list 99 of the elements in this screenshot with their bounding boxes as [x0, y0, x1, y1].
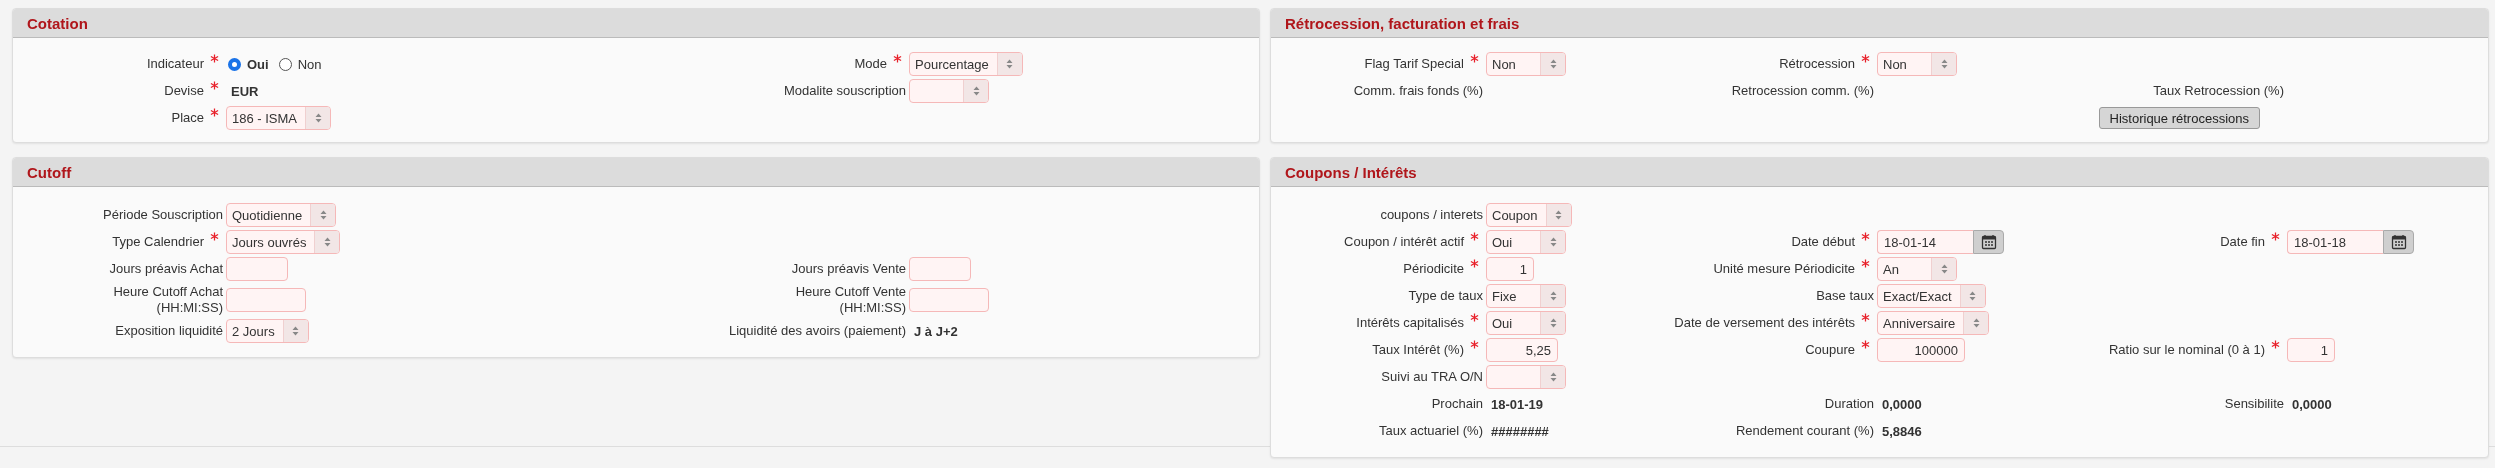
updown-icon — [292, 326, 300, 336]
calendar-icon — [2390, 234, 2407, 250]
field-label: Retrocession comm. (%) — [1731, 83, 1874, 99]
field-label: Type de taux — [1408, 288, 1483, 304]
updown-icon — [1940, 59, 1948, 69]
field-label: Jours préavis Achat — [109, 261, 223, 277]
calendar-button[interactable] — [2383, 230, 2414, 254]
field-label: Taux Retrocession (%) — [2153, 83, 2284, 99]
input-field[interactable] — [909, 288, 989, 312]
dropdown[interactable]: Exact/Exact — [1877, 284, 1986, 308]
dropdown[interactable] — [1486, 365, 1566, 389]
field-label: Date fin — [2220, 234, 2265, 250]
field-value: J à J+2 — [914, 323, 958, 339]
radio-label[interactable]: Oui — [247, 56, 269, 72]
updown-icon — [1549, 291, 1557, 301]
date-field[interactable]: 18-01-18 — [2287, 230, 2383, 254]
input-field[interactable] — [226, 257, 288, 281]
input-field[interactable] — [909, 257, 971, 281]
updown-icon — [319, 210, 327, 220]
date-field[interactable]: 18-01-14 — [1877, 230, 1973, 254]
field-label: Jours préavis Vente — [791, 261, 906, 277]
field-label: Date de versement des intérêts — [1674, 315, 1855, 331]
field-label: Ratio sur le nominal (0 à 1) — [2108, 342, 2265, 358]
updown-icon — [1549, 237, 1557, 247]
history-button[interactable]: Historique rétrocessions — [2098, 107, 2260, 129]
dropdown[interactable]: 186 - ISMA — [226, 106, 332, 130]
field-value: EUR — [231, 83, 259, 99]
field-label: Intérêts capitalisés — [1356, 315, 1464, 331]
field-value: ######## — [1491, 423, 1549, 439]
dropdown[interactable]: Jours ouvrés — [226, 230, 341, 254]
field-value: 0,0000 — [2292, 396, 2332, 412]
field-label: Exposition liquidité — [115, 323, 223, 339]
dropdown[interactable]: Coupon — [1486, 203, 1572, 227]
dropdown[interactable]: Non — [1877, 52, 1957, 76]
panel-title: Rétrocession, facturation et frais — [1285, 14, 1520, 32]
field-value: 5,8846 — [1882, 423, 1922, 439]
panel-title: Coupons / Intérêts — [1285, 163, 1417, 181]
updown-icon — [1940, 264, 1948, 274]
field-label: Taux Intérêt (%) — [1372, 342, 1464, 358]
dropdown[interactable]: Oui — [1486, 230, 1566, 254]
field-label: Périodicite — [1403, 261, 1464, 277]
field-label: Base taux — [1816, 288, 1874, 304]
updown-icon — [1549, 372, 1557, 382]
field-label: Prochain — [1431, 396, 1483, 412]
dropdown[interactable]: Oui — [1486, 311, 1566, 335]
field-label: Coupon / intérêt actif — [1344, 234, 1464, 250]
field-label: Heure Cutoff Vente (HH:MI:SS) — [795, 284, 906, 316]
field-label: Taux actuariel (%) — [1378, 423, 1483, 439]
dropdown[interactable] — [909, 79, 989, 103]
calendar-button[interactable] — [1973, 230, 2004, 254]
field-label: Période Souscription — [103, 207, 223, 223]
field-label: Indicateur — [146, 56, 204, 72]
updown-icon — [1549, 318, 1557, 328]
field-label: Rétrocession — [1779, 56, 1855, 72]
calendar-icon — [1980, 234, 1997, 250]
dropdown[interactable]: Quotidienne — [226, 203, 337, 227]
field-label: Flag Tarif Special — [1364, 56, 1464, 72]
updown-icon — [1555, 210, 1563, 220]
updown-icon — [1969, 291, 1977, 301]
dropdown[interactable]: Anniversaire — [1877, 311, 1990, 335]
field-label: Suivi au TRA O/N — [1381, 369, 1483, 385]
dropdown[interactable]: An — [1877, 257, 1957, 281]
field-label: Comm. frais fonds (%) — [1353, 83, 1483, 99]
field-label: coupons / interets — [1380, 207, 1483, 223]
updown-icon — [1972, 318, 1980, 328]
field-label: Mode — [854, 56, 887, 72]
input-field[interactable]: 1 — [2287, 338, 2335, 362]
updown-icon — [1006, 59, 1014, 69]
updown-icon — [972, 86, 980, 96]
field-label: Unité mesure Périodicite — [1713, 261, 1855, 277]
input-field[interactable]: 5,25 — [1486, 338, 1558, 362]
panel-title: Cotation — [27, 14, 88, 32]
field-value: 0,0000 — [1882, 396, 1922, 412]
field-label: Heure Cutoff Achat (HH:MI:SS) — [113, 284, 223, 316]
updown-icon — [314, 113, 322, 123]
field-label: Type Calendrier — [112, 234, 204, 250]
dropdown[interactable]: Non — [1486, 52, 1566, 76]
input-field[interactable]: 1 — [1486, 257, 1534, 281]
radio-label[interactable]: Non — [297, 56, 322, 72]
field-label: Devise — [164, 83, 204, 99]
field-label: Rendement courant (%) — [1736, 423, 1874, 439]
field-label: Liquidité des avoirs (paiement) — [728, 323, 906, 339]
field-label: Duration — [1824, 396, 1874, 412]
field-label: Modalite souscription — [783, 83, 906, 99]
updown-icon — [1549, 59, 1557, 69]
panel-title: Cutoff — [27, 163, 72, 181]
radio-button[interactable] — [278, 57, 292, 71]
radio-button[interactable] — [228, 57, 241, 71]
dropdown[interactable]: Fixe — [1486, 284, 1566, 308]
field-label: Date début — [1791, 234, 1855, 250]
input-field[interactable]: 100000 — [1877, 338, 1965, 362]
dropdown[interactable]: 2 Jours — [226, 319, 309, 343]
field-value: 18-01-19 — [1491, 396, 1544, 412]
dropdown[interactable]: Pourcentage — [909, 52, 1023, 76]
field-label: Sensibilite — [2224, 396, 2284, 412]
updown-icon — [323, 237, 331, 247]
field-label: Place — [171, 110, 204, 126]
input-field[interactable] — [226, 288, 306, 312]
field-label: Coupure — [1805, 342, 1855, 358]
